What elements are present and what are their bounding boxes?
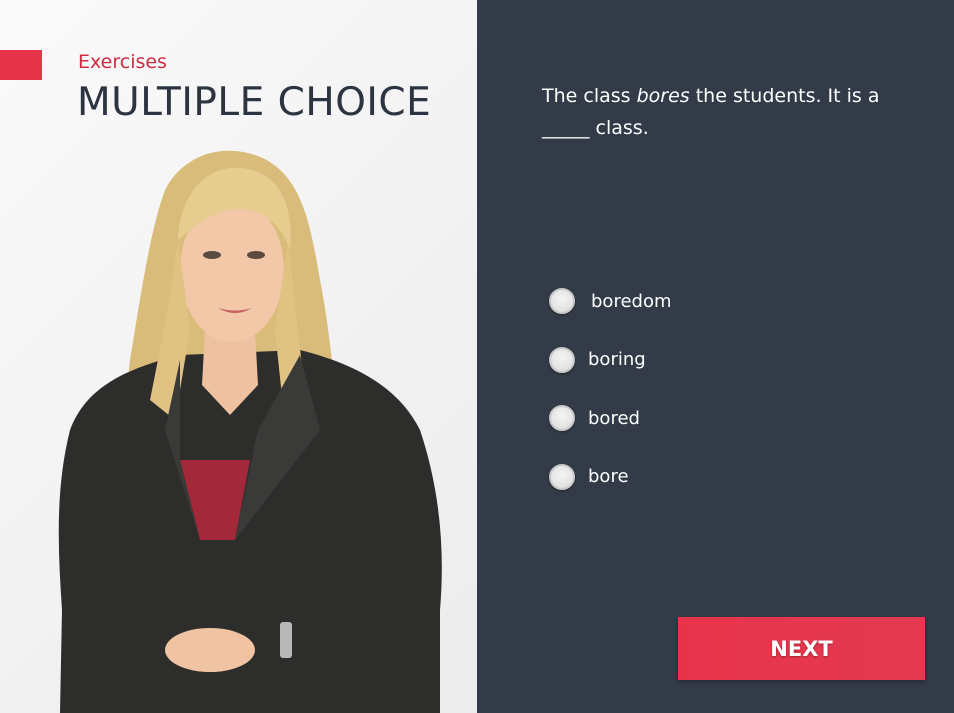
option-label: bore (588, 466, 629, 487)
question-text: The class bores the students. It is a __… (542, 80, 902, 144)
next-button[interactable]: NEXT (678, 617, 925, 680)
option-boring[interactable]: boring (549, 345, 672, 375)
options-list: boredom boring bored bore (549, 286, 672, 520)
option-bored[interactable]: bored (549, 403, 672, 433)
accent-bar (0, 50, 42, 80)
option-label: boredom (591, 290, 672, 312)
option-bore[interactable]: bore (549, 462, 672, 492)
presenter-photo (58, 150, 442, 713)
question-emphasis: bores (636, 85, 690, 107)
radio-button[interactable] (549, 288, 575, 314)
question-before: The class (542, 85, 637, 107)
option-label: boring (588, 349, 646, 370)
right-panel: The class bores the students. It is a __… (477, 0, 954, 713)
section-eyebrow: Exercises (78, 51, 167, 73)
option-label: bored (588, 407, 640, 429)
radio-button[interactable] (549, 405, 575, 431)
radio-button[interactable] (549, 346, 575, 373)
left-panel: Exercises MULTIPLE CHOICE (0, 0, 477, 713)
radio-button[interactable] (549, 463, 575, 490)
option-boredom[interactable]: boredom (549, 286, 672, 316)
page-title: MULTIPLE CHOICE (77, 80, 432, 125)
